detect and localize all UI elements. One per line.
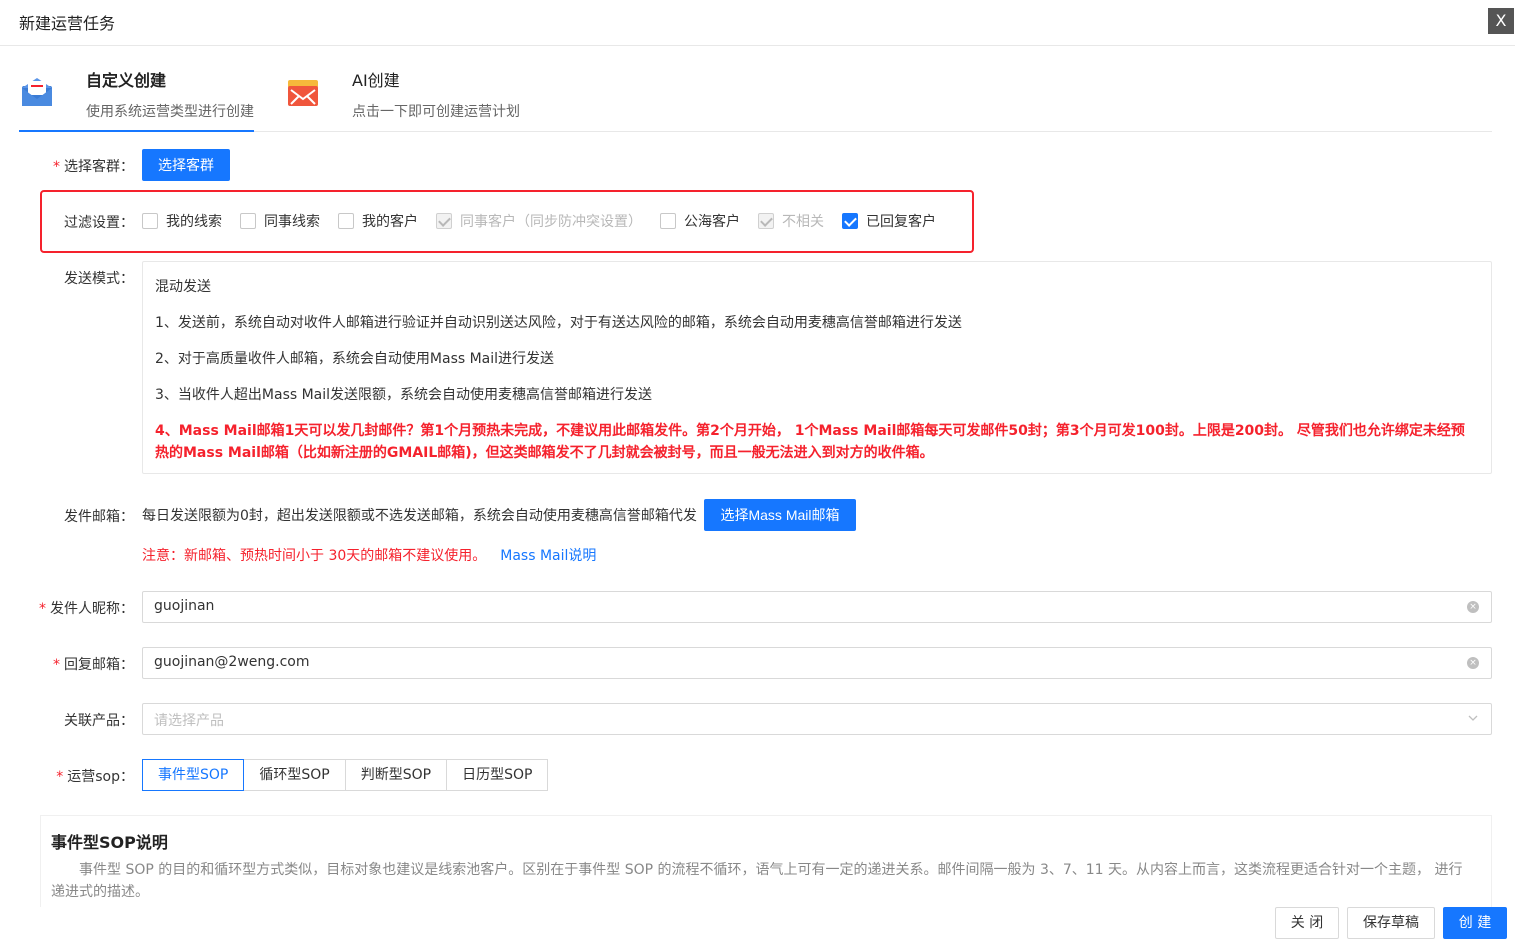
dialog-title: 新建运营任务 — [19, 14, 116, 33]
filter-colleague-leads[interactable]: 同事线索 — [240, 209, 320, 233]
tab-custom-create[interactable]: 自定义创建 使用系统运营类型进行创建 — [19, 60, 254, 132]
envelope-open-icon — [22, 78, 52, 106]
checkbox[interactable] — [142, 213, 158, 229]
filter-my-leads[interactable]: 我的线索 — [142, 209, 222, 233]
sop-description: 事件型SOP说明 事件型 SOP 的目的和循环型方式类似，目标对象也建议是线索池… — [40, 815, 1492, 907]
send-mode-line: 3、当收件人超出Mass Mail发送限额，系统会自动使用麦穗高信誉邮箱进行发送 — [155, 387, 653, 403]
select-mass-mail-button[interactable]: 选择Mass Mail邮箱 — [704, 499, 856, 531]
mode-title: 自定义创建 — [86, 71, 167, 90]
sender-notice: 注意：新邮箱、预热时间小于 30天的邮箱不建议使用。 Mass Mail说明 — [142, 548, 597, 564]
filter-irrelevant: 不相关 — [758, 209, 824, 233]
sop-option-loop[interactable]: 循环型SOP — [243, 759, 346, 791]
sop-option-decision[interactable]: 判断型SOP — [344, 759, 448, 791]
checkbox-checked[interactable] — [842, 213, 858, 229]
sop-option-calendar[interactable]: 日历型SOP — [446, 759, 549, 791]
mode-subtitle: 使用系统运营类型进行创建 — [86, 104, 254, 120]
sender-mailbox-label: 发件邮箱： — [64, 509, 134, 525]
filter-replied-customers[interactable]: 已回复客户 — [842, 209, 936, 233]
clear-icon[interactable]: × — [1467, 601, 1479, 613]
sop-description-text: 事件型 SOP 的目的和循环型方式类似，目标对象也建议是线索池客户。区别在于事件… — [51, 862, 1463, 900]
checkbox-disabled — [758, 213, 774, 229]
filter-label: 过滤设置： — [64, 215, 134, 231]
save-draft-button[interactable]: 保存草稿 — [1347, 907, 1435, 939]
send-mode-warning: 4、Mass Mail邮箱1天可以发几封邮件？第1个月预热未完成，不建议用此邮箱… — [155, 423, 1465, 461]
reply-email-input[interactable]: guojinan@2weng.com × — [142, 647, 1492, 679]
send-mode-line: 1、发送前，系统自动对收件人邮箱进行验证并自动识别送达风险，对于有送达风险的邮箱… — [155, 315, 962, 331]
sop-option-event[interactable]: 事件型SOP — [142, 759, 245, 791]
clear-icon[interactable]: × — [1467, 657, 1479, 669]
mode-subtitle: 点击一下即可创建运营计划 — [352, 104, 520, 120]
mass-mail-help-link[interactable]: Mass Mail说明 — [500, 548, 596, 564]
create-button[interactable]: 创 建 — [1443, 907, 1507, 939]
filter-public-customers[interactable]: 公海客户 — [660, 209, 740, 233]
checkbox[interactable] — [338, 213, 354, 229]
product-select[interactable]: 请选择产品 — [142, 703, 1492, 735]
close-icon[interactable]: X — [1488, 8, 1514, 34]
sender-name-label: * 发件人昵称： — [39, 601, 134, 617]
sender-mailbox-text: 每日发送限额为0封，超出发送限额或不选发送邮箱，系统会自动使用麦穗高信誉邮箱代发 — [142, 508, 697, 524]
send-mode-title: 混动发送 — [155, 279, 211, 295]
sender-name-input[interactable]: guojinan × — [142, 591, 1492, 623]
send-mode-label: 发送模式： — [64, 271, 134, 287]
product-label: 关联产品： — [64, 713, 134, 729]
checkbox[interactable] — [660, 213, 676, 229]
tab-ai-create[interactable]: AI创建 点击一下即可创建运营计划 — [285, 60, 555, 132]
send-mode-line: 2、对于高质量收件人邮箱，系统会自动使用Mass Mail进行发送 — [155, 351, 555, 367]
sop-label: * 运营sop： — [56, 769, 134, 785]
customer-group-label: * 选择客群： — [53, 159, 134, 175]
select-customer-group-button[interactable]: 选择客群 — [142, 149, 230, 181]
checkbox-disabled — [436, 213, 452, 229]
creation-mode-tabs: 自定义创建 使用系统运营类型进行创建 AI创建 点击一下即可创建运营计划 — [19, 60, 1492, 132]
dialog-header: 新建运营任务 X — [0, 0, 1515, 46]
send-mode-box: 混动发送 1、发送前，系统自动对收件人邮箱进行验证并自动识别送达风险，对于有送达… — [142, 261, 1492, 474]
chevron-down-icon — [1468, 715, 1478, 721]
sop-type-group: 事件型SOP 循环型SOP 判断型SOP 日历型SOP — [142, 759, 549, 791]
reply-email-label: * 回复邮箱： — [53, 657, 134, 673]
checkbox[interactable] — [240, 213, 256, 229]
sop-description-title: 事件型SOP说明 — [51, 833, 168, 852]
close-button[interactable]: 关 闭 — [1275, 907, 1339, 939]
mode-title: AI创建 — [352, 71, 400, 90]
filter-row: 过滤设置： 我的线索 同事线索 我的客户 同事客户（同步防冲突设置） 公海客户 … — [0, 209, 1000, 233]
filter-my-customers[interactable]: 我的客户 — [338, 209, 418, 233]
mail-box-icon — [288, 80, 318, 106]
filter-colleague-customers: 同事客户（同步防冲突设置） — [436, 209, 642, 233]
